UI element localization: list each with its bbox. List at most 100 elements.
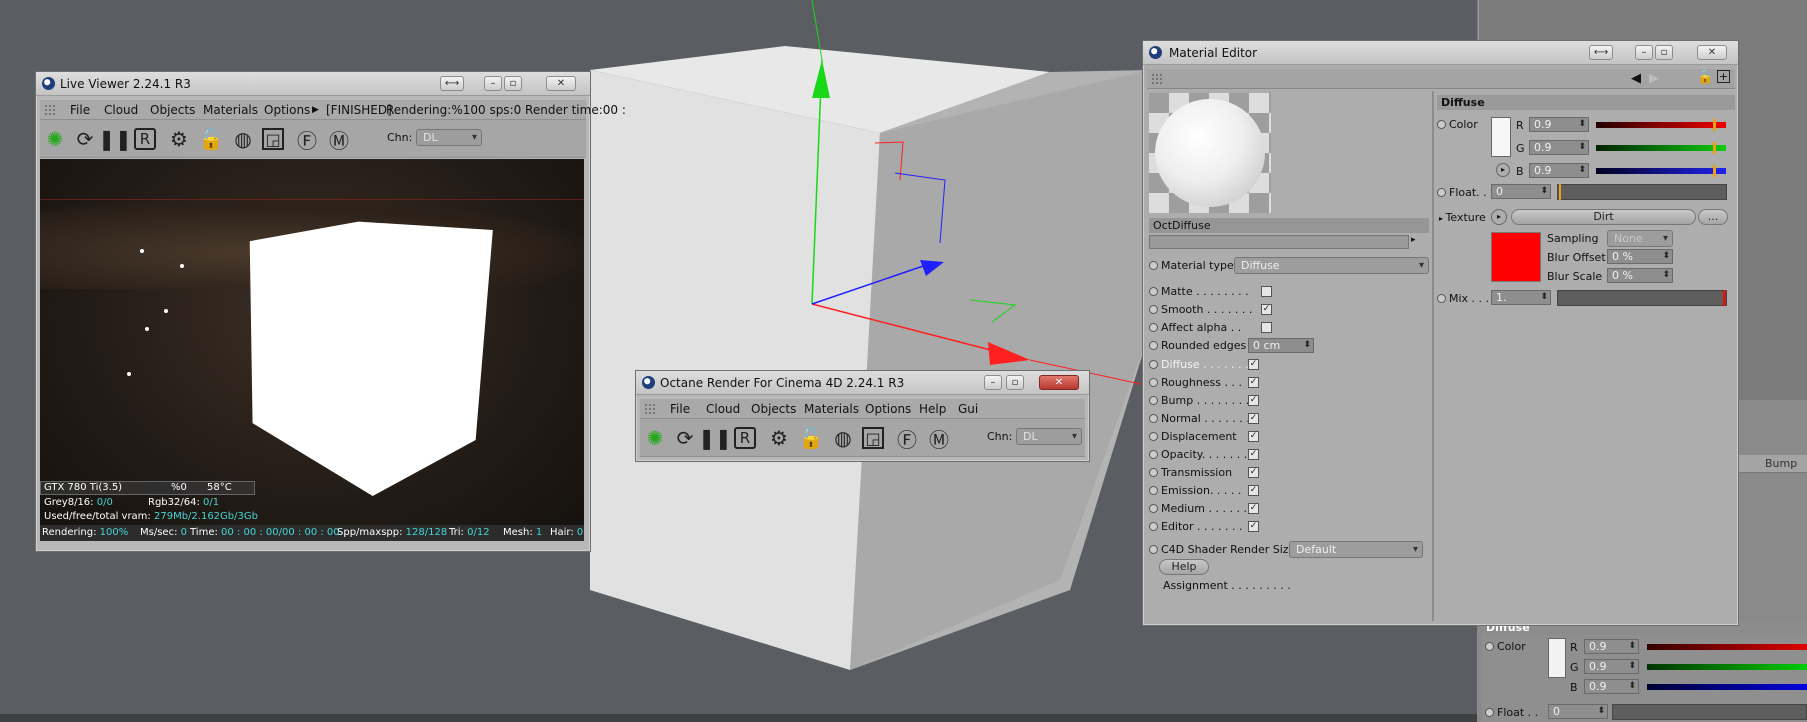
- chn-dropdown[interactable]: DL: [416, 129, 482, 146]
- menu-help[interactable]: Help: [919, 402, 946, 416]
- channel-radio[interactable]: [1149, 522, 1158, 531]
- channel-checkbox[interactable]: ✓: [1248, 431, 1259, 442]
- rounded-edges-field[interactable]: 0 cm: [1248, 338, 1314, 353]
- menu-materials[interactable]: Materials: [804, 402, 859, 416]
- back-arrow-icon[interactable]: ◀: [1631, 71, 1641, 86]
- channel-radio[interactable]: [1149, 341, 1158, 350]
- live-viewer-window[interactable]: Live Viewer 2.24.1 R3 ⟷ – ▫ ✕ File Cloud…: [35, 71, 626, 552]
- octane-titlebar[interactable]: Octane Render For Cinema 4D 2.24.1 R3 – …: [636, 371, 1089, 395]
- b-field[interactable]: 0.9: [1529, 163, 1589, 178]
- channel-label[interactable]: Opacity. . . . . . .: [1161, 448, 1247, 461]
- pause-icon[interactable]: ❚❚: [98, 126, 132, 152]
- channel-checkbox[interactable]: ✓: [1248, 413, 1259, 424]
- channel-label[interactable]: Displacement: [1161, 430, 1237, 443]
- bg-float-slider[interactable]: [1612, 704, 1807, 720]
- channel-radio[interactable]: [1149, 486, 1158, 495]
- restart-icon[interactable]: ⟳: [672, 425, 698, 451]
- menu-file[interactable]: File: [70, 103, 90, 117]
- material-ball-icon[interactable]: ◍: [830, 425, 856, 451]
- channel-label[interactable]: Medium . . . . . .: [1161, 502, 1247, 515]
- menu-more-arrow-icon[interactable]: ▶: [312, 105, 319, 115]
- r-slider[interactable]: [1596, 122, 1726, 128]
- sampling-dropdown[interactable]: None: [1607, 230, 1673, 247]
- texture-button[interactable]: Dirt: [1511, 209, 1696, 225]
- channel-radio[interactable]: [1149, 450, 1158, 459]
- g-slider-handle[interactable]: [1713, 142, 1716, 154]
- region-render-icon[interactable]: R: [734, 427, 756, 449]
- material-pick-icon[interactable]: Ⓜ: [926, 425, 952, 452]
- channel-label[interactable]: Bump . . . . . . . .: [1161, 394, 1249, 407]
- b-slider[interactable]: [1596, 168, 1726, 174]
- channel-radio[interactable]: [1149, 287, 1158, 296]
- channel-label[interactable]: Transmission: [1161, 466, 1232, 479]
- expand-icon[interactable]: ⟷: [440, 76, 464, 91]
- bg-r-field[interactable]: 0.9: [1584, 639, 1639, 654]
- blur-scale-field[interactable]: 0 %: [1607, 268, 1673, 283]
- expand-b-icon[interactable]: ▸: [1496, 163, 1510, 177]
- channel-label[interactable]: Diffuse . . . . . . .: [1161, 358, 1249, 371]
- bg-float-field[interactable]: 0: [1548, 704, 1608, 719]
- lock-icon[interactable]: 🔒: [1697, 70, 1713, 85]
- minimize-button[interactable]: –: [1635, 45, 1653, 60]
- channel-label[interactable]: Roughness . . .: [1161, 376, 1242, 389]
- region-render-icon[interactable]: R: [134, 128, 156, 150]
- material-editor-window[interactable]: Material Editor ⟷ – ▫ ✕ ◀ ▶ 🔒 + OctDiffu…: [1142, 40, 1739, 626]
- bg-r-slider[interactable]: [1647, 644, 1807, 650]
- scroll-arrow-icon[interactable]: ▸: [1411, 235, 1416, 245]
- channel-label[interactable]: Emission. . . . .: [1161, 484, 1241, 497]
- menu-cloud[interactable]: Cloud: [104, 103, 138, 117]
- minimize-button[interactable]: –: [484, 76, 502, 91]
- bg-color-swatch[interactable]: [1548, 638, 1566, 678]
- maximize-button[interactable]: ▫: [1006, 375, 1024, 390]
- menu-options[interactable]: Options: [264, 103, 310, 117]
- float-slider-handle[interactable]: [1559, 184, 1561, 200]
- channel-radio[interactable]: [1149, 504, 1158, 513]
- region-icon[interactable]: ◲: [262, 128, 284, 150]
- minimize-button[interactable]: –: [984, 375, 1002, 390]
- channel-checkbox[interactable]: ✓: [1248, 377, 1259, 388]
- blur-offset-field[interactable]: 0 %: [1607, 249, 1673, 264]
- channel-radio[interactable]: [1149, 396, 1158, 405]
- mix-slider-handle[interactable]: [1723, 290, 1726, 306]
- settings-gear-icon[interactable]: ⚙: [766, 425, 792, 451]
- channel-checkbox[interactable]: ✓: [1248, 359, 1259, 370]
- add-icon[interactable]: +: [1717, 70, 1730, 83]
- r-field[interactable]: 0.9: [1529, 117, 1589, 132]
- menu-materials[interactable]: Materials: [203, 103, 258, 117]
- channel-checkbox[interactable]: ✓: [1248, 521, 1259, 532]
- region-icon[interactable]: ◲: [862, 427, 884, 449]
- maximize-button[interactable]: ▫: [1655, 45, 1673, 60]
- material-type-dropdown[interactable]: Diffuse: [1234, 257, 1429, 274]
- close-button[interactable]: ✕: [1039, 375, 1079, 390]
- channel-label[interactable]: Rounded edges: [1161, 339, 1246, 352]
- octane-logo-icon[interactable]: ✺: [642, 425, 668, 451]
- live-viewer-titlebar[interactable]: Live Viewer 2.24.1 R3 ⟷ – ▫ ✕: [36, 72, 590, 96]
- channel-radio[interactable]: [1149, 323, 1158, 332]
- channel-label[interactable]: Normal . . . . . . .: [1161, 412, 1250, 425]
- texture-expand-icon[interactable]: ▸: [1491, 209, 1507, 225]
- lock-icon[interactable]: 🔓: [798, 425, 824, 451]
- grip-icon[interactable]: [44, 104, 56, 116]
- render-preview[interactable]: GTX 780 Ti(3.5) %0 58°C Grey8/16: 0/0 Rg…: [40, 159, 584, 541]
- octane-logo-icon[interactable]: ✺: [42, 126, 68, 152]
- chn-dropdown[interactable]: DL: [1016, 428, 1082, 445]
- channel-radio[interactable]: [1149, 360, 1158, 369]
- float-slider[interactable]: [1557, 184, 1727, 200]
- tab-bump[interactable]: Bump: [1765, 457, 1797, 470]
- channel-checkbox[interactable]: ✓: [1248, 485, 1259, 496]
- bg-g-slider[interactable]: [1647, 664, 1807, 670]
- channel-checkbox[interactable]: ✓: [1261, 304, 1272, 315]
- menu-file[interactable]: File: [670, 402, 690, 416]
- maximize-button[interactable]: ▫: [504, 76, 522, 91]
- channel-label[interactable]: Editor . . . . . . .: [1161, 520, 1243, 533]
- g-field[interactable]: 0.9: [1529, 140, 1589, 155]
- focus-pick-icon[interactable]: Ⓕ: [894, 425, 920, 452]
- material-preview[interactable]: [1149, 93, 1271, 213]
- float-field[interactable]: 0: [1491, 184, 1551, 199]
- r-slider-handle[interactable]: [1713, 119, 1716, 131]
- close-button[interactable]: ✕: [546, 76, 576, 91]
- channel-label[interactable]: Matte . . . . . . . .: [1161, 285, 1249, 298]
- menu-options[interactable]: Options: [865, 402, 911, 416]
- channel-checkbox[interactable]: [1261, 322, 1272, 333]
- menu-objects[interactable]: Objects: [150, 103, 195, 117]
